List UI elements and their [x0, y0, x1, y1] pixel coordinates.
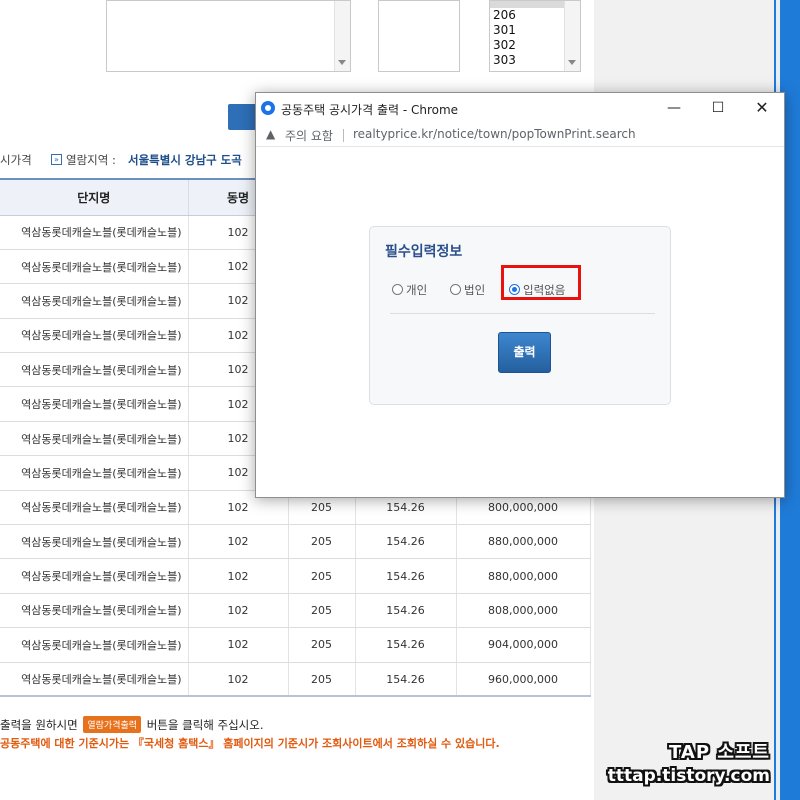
- divider: [343, 129, 344, 142]
- instruction-text: 출력을 원하시면: [0, 718, 78, 732]
- complex-name-cell: 역삼동롯데캐슬노블(롯데캐슬노블): [0, 490, 189, 526]
- section-label: 시가격: [0, 153, 32, 167]
- complex-name: 역삼동롯데캐슬노블(롯데캐슬노블): [21, 570, 182, 584]
- table-cell: 154.26: [355, 627, 457, 663]
- complex-name-cell: 역삼동롯데캐슬노블(롯데캐슬노블): [0, 249, 189, 285]
- complex-name-cell: 역삼동롯데캐슬노블(롯데캐슬노블): [0, 215, 189, 250]
- table-cell: 205: [288, 662, 356, 698]
- complex-name: 역삼동롯데캐슬노블(롯데캐슬노블): [21, 329, 182, 343]
- table-row[interactable]: 역삼동롯데캐슬노블(롯데캐슬노블) 102 205 154.26 960,000,000: [0, 662, 591, 698]
- complex-name-cell: 역삼동롯데캐슬노블(롯데캐슬노블): [0, 386, 189, 422]
- table-cell: 808,000,000: [456, 593, 591, 629]
- minimize-button[interactable]: —: [652, 93, 696, 123]
- complex-name-cell: 역삼동롯데캐슬노블(롯데캐슬노블): [0, 283, 189, 319]
- radio-individual[interactable]: 개인: [392, 282, 427, 298]
- watermark: TAP 소프트 tttap.tistory.com: [608, 738, 770, 786]
- building-listbox[interactable]: [378, 0, 460, 72]
- table-cell: 880,000,000: [456, 524, 591, 560]
- warning-icon[interactable]: ▲: [266, 127, 275, 141]
- table-cell: 960,000,000: [456, 662, 591, 698]
- view-price-print-button[interactable]: 열람가격출력: [83, 716, 142, 733]
- complex-name-cell: 역삼동롯데캐슬노블(롯데캐슬노블): [0, 455, 189, 491]
- table-cell: 102: [188, 662, 289, 698]
- instruction-text: 버튼을 클릭해 주십시오.: [146, 718, 264, 732]
- table-cell: 154.26: [355, 524, 457, 560]
- panel-title: 필수입력정보: [385, 244, 463, 260]
- complex-name: 역삼동롯데캐슬노블(롯데캐슬노블): [21, 432, 182, 446]
- table-cell: 205: [288, 558, 356, 594]
- complex-name: 역삼동롯데캐슬노블(롯데캐슬노블): [21, 363, 182, 377]
- complex-name-cell: 역삼동롯데캐슬노블(롯데캐슬노블): [0, 627, 189, 663]
- print-popup-window: 공동주택 공시가격 출력 - Chrome — ☐ ✕ ▲ 주의 요함 real…: [255, 92, 785, 498]
- table-cell: 102: [188, 524, 289, 560]
- complex-name: 역삼동롯데캐슬노블(롯데캐슬노블): [21, 466, 182, 480]
- chrome-icon: [261, 101, 275, 115]
- table-row[interactable]: 역삼동롯데캐슬노블(롯데캐슬노블) 102 205 154.26 808,000,000: [0, 593, 591, 629]
- table-cell: 154.26: [355, 662, 457, 698]
- complex-name-cell: 역삼동롯데캐슬노블(롯데캐슬노블): [0, 558, 189, 594]
- complex-name-cell: 역삼동롯데캐슬노블(롯데캐슬노블): [0, 421, 189, 457]
- scrollbar[interactable]: [564, 1, 580, 71]
- table-row[interactable]: 역삼동롯데캐슬노블(롯데캐슬노블) 102 205 154.26 880,000,000: [0, 524, 591, 560]
- window-title: 공동주택 공시가격 출력 - Chrome: [281, 103, 459, 117]
- radio-corporation[interactable]: 법인: [450, 282, 485, 298]
- complex-name-cell: 역삼동롯데캐슬노블(롯데캐슬노블): [0, 352, 189, 388]
- radio-label: 개인: [406, 283, 428, 297]
- table-cell: 154.26: [355, 558, 457, 594]
- complex-name-cell: 역삼동롯데캐슬노블(롯데캐슬노블): [0, 593, 189, 629]
- chevron-down-icon[interactable]: [338, 60, 346, 65]
- scrollbar[interactable]: [334, 1, 350, 71]
- radio-unchecked-icon[interactable]: [392, 284, 403, 295]
- table-cell: 205: [288, 627, 356, 663]
- table-cell: 154.26: [355, 593, 457, 629]
- complex-name: 역삼동롯데캐슬노블(롯데캐슬노블): [21, 638, 182, 652]
- complex-name-cell: 역삼동롯데캐슬노블(롯데캐슬노블): [0, 662, 189, 698]
- complex-name: 역삼동롯데캐슬노블(롯데캐슬노블): [21, 260, 182, 274]
- unit-listbox[interactable]: 206 301 302 303: [489, 0, 581, 72]
- column-header: 단지명: [0, 178, 189, 216]
- address-bar[interactable]: ▲ 주의 요함 realtyprice.kr/notice/town/popTo…: [256, 123, 784, 147]
- chevron-down-icon[interactable]: [568, 60, 576, 65]
- complex-name: 역삼동롯데캐슬노블(롯데캐슬노블): [21, 501, 182, 515]
- table-cell: 904,000,000: [456, 627, 591, 663]
- print-instruction: 출력을 원하시면 열람가격출력 버튼을 클릭해 주십시오.: [0, 716, 263, 733]
- table-cell: 102: [188, 627, 289, 663]
- complex-name-cell: 역삼동롯데캐슬노블(롯데캐슬노블): [0, 318, 189, 354]
- arrow-icon: »: [51, 154, 62, 165]
- table-cell: 205: [288, 524, 356, 560]
- table-row[interactable]: 역삼동롯데캐슬노블(롯데캐슬노블) 102 205 154.26 904,000,000: [0, 627, 591, 663]
- url-text[interactable]: realtyprice.kr/notice/town/popTownPrint.…: [353, 127, 636, 141]
- complex-name: 역삼동롯데캐슬노블(롯데캐슬노블): [21, 226, 182, 240]
- complex-name-cell: 역삼동롯데캐슬노블(롯데캐슬노블): [0, 524, 189, 560]
- close-button[interactable]: ✕: [740, 93, 784, 123]
- complex-name: 역삼동롯데캐슬노블(롯데캐슬노블): [21, 294, 182, 308]
- window-titlebar[interactable]: 공동주택 공시가격 출력 - Chrome — ☐ ✕: [256, 93, 784, 123]
- hometax-notice: 공동주택에 대한 기준시가는 『국세청 홈택스』 홈페이지의 기준시가 조회사이…: [0, 737, 500, 750]
- region-label: 열람지역 :: [66, 153, 116, 167]
- complex-listbox[interactable]: [106, 0, 351, 72]
- required-info-panel: 필수입력정보 개인 법인 입력없음 출력: [369, 226, 671, 405]
- search-button[interactable]: [228, 104, 258, 130]
- print-button[interactable]: 출력: [498, 332, 551, 373]
- highlight-box: [501, 265, 581, 300]
- divider: [390, 313, 655, 314]
- complex-name: 역삼동롯데캐슬노블(롯데캐슬노블): [21, 535, 182, 549]
- complex-name: 역삼동롯데캐슬노블(롯데캐슬노블): [21, 604, 182, 618]
- radio-label: 법인: [464, 283, 486, 297]
- watermark-title: TAP 소프트: [669, 742, 770, 763]
- region-value: 서울특별시 강남구 도곡: [128, 153, 242, 167]
- table-cell: 205: [288, 593, 356, 629]
- security-status[interactable]: 주의 요함: [285, 127, 333, 144]
- table-row[interactable]: 역삼동롯데캐슬노블(롯데캐슬노블) 102 205 154.26 880,000,000: [0, 558, 591, 594]
- table-cell: 102: [188, 558, 289, 594]
- radio-unchecked-icon[interactable]: [450, 284, 461, 295]
- watermark-url: tttap.tistory.com: [607, 766, 770, 786]
- maximize-button[interactable]: ☐: [696, 93, 740, 123]
- table-cell: 102: [188, 593, 289, 629]
- complex-name: 역삼동롯데캐슬노블(롯데캐슬노블): [21, 398, 182, 412]
- table-cell: 880,000,000: [456, 558, 591, 594]
- complex-name: 역삼동롯데캐슬노블(롯데캐슬노블): [21, 673, 182, 687]
